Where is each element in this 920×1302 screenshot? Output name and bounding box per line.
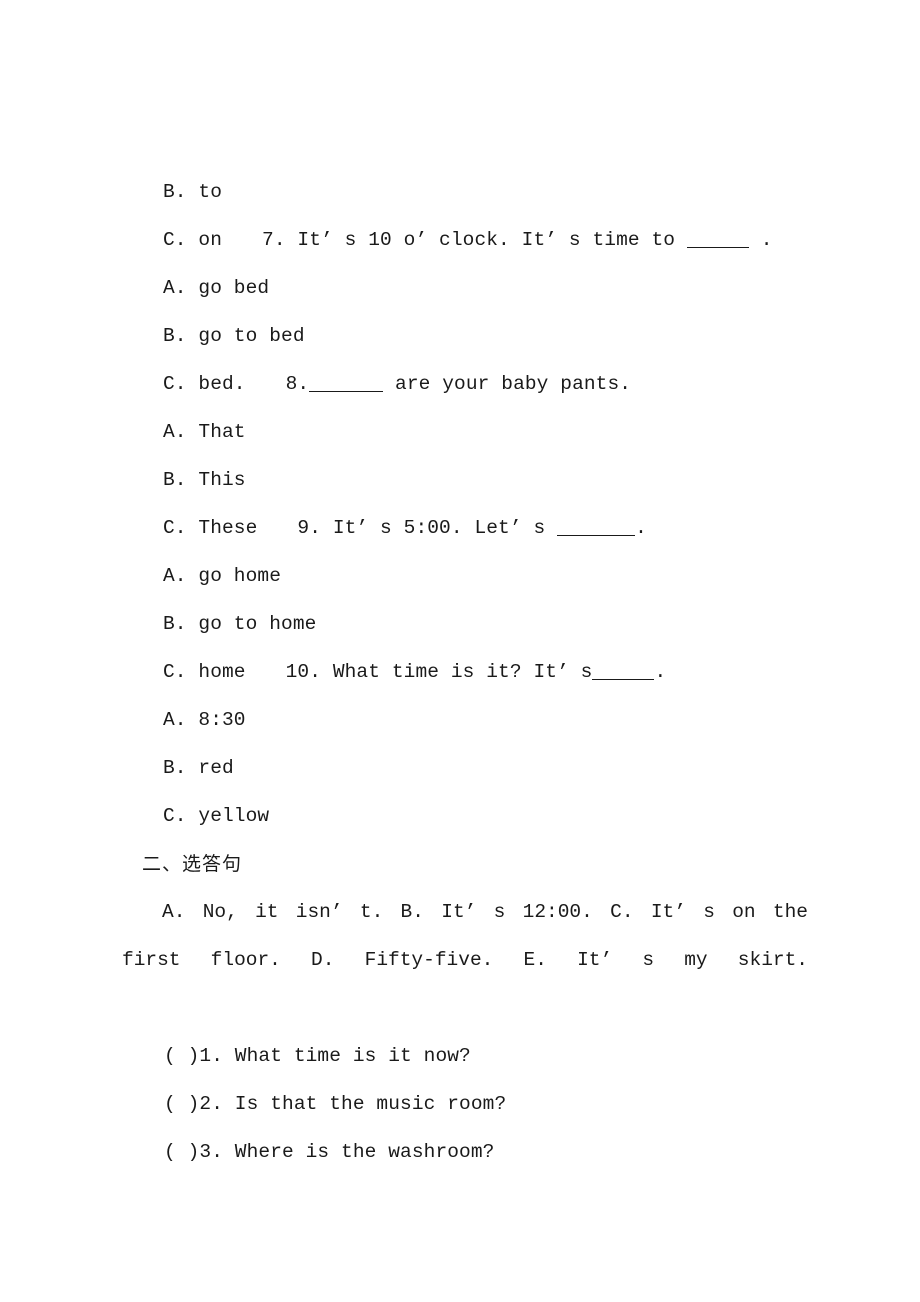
option-text: B. go to bed xyxy=(163,325,305,347)
option-text: A. go home xyxy=(163,565,282,587)
section-heading-two: 二、选答句 xyxy=(142,853,243,875)
option-line-c-on-question-7: C. on 7. It’ s 10 o’ clock. It’ s time to… xyxy=(122,216,808,264)
match-item-3[interactable]: ( )3. Where is the washroom? xyxy=(122,1128,808,1176)
match-item-2[interactable]: ( )2. Is that the music room? xyxy=(122,1080,808,1128)
option-text: C. bed. xyxy=(163,373,246,395)
option-text: B. red xyxy=(163,757,234,779)
answer-blank-question-9[interactable] xyxy=(557,535,636,536)
match-item-1[interactable]: ( )1. What time is it now? xyxy=(122,1032,808,1080)
option-line-b-to: B. to xyxy=(122,168,808,216)
option-line-c-bed-question-8: C. bed. 8. are your baby pants. xyxy=(122,360,808,408)
option-line-a-830: A. 8:30 xyxy=(122,696,808,744)
question-10-text: 10. What time is it? It’ s xyxy=(285,661,593,683)
option-text: B. to xyxy=(163,181,223,203)
answer-blank-question-7[interactable] xyxy=(686,247,749,248)
question-8-text: are your baby pants. xyxy=(395,373,632,395)
answer-blank-question-8[interactable] xyxy=(309,391,384,392)
question-7-tail: . xyxy=(760,229,773,251)
option-line-a-that: A. That xyxy=(122,408,808,456)
option-line-c-home-question-10: C. home 10. What time is it? It’ s. xyxy=(122,648,808,696)
option-text: C. These xyxy=(163,517,258,539)
answer-blank-question-10[interactable] xyxy=(592,679,655,680)
worksheet-page: B. to C. on 7. It’ s 10 o’ clock. It’ s t… xyxy=(0,0,920,1302)
option-text: A. That xyxy=(163,421,246,443)
option-text: C. on xyxy=(163,229,223,251)
option-text: C. yellow xyxy=(163,805,270,827)
answer-bank-paragraph: A. No, it isn’ t. B. It’ s 12:00. C. It’… xyxy=(122,901,808,971)
option-text: B. This xyxy=(163,469,246,491)
option-line-c-yellow: C. yellow xyxy=(122,792,808,840)
option-line-a-go-bed: A. go bed xyxy=(122,264,808,312)
option-text: B. go to home xyxy=(163,613,317,635)
question-7-text: 7. It’ s 10 o’ clock. It’ s time to xyxy=(262,229,676,251)
option-text: A. go bed xyxy=(163,277,270,299)
question-9-text: 9. It’ s 5:00. Let’ s xyxy=(297,517,546,539)
option-text: C. home xyxy=(163,661,246,683)
option-line-b-red: B. red xyxy=(122,744,808,792)
worksheet-content: B. to C. on 7. It’ s 10 o’ clock. It’ s t… xyxy=(122,168,808,1176)
option-text: A. 8:30 xyxy=(163,709,246,731)
question-9-tail: . xyxy=(635,517,647,539)
option-line-b-go-to-bed: B. go to bed xyxy=(122,312,808,360)
option-line-b-this: B. This xyxy=(122,456,808,504)
question-10-tail: . xyxy=(654,661,667,683)
option-line-a-go-home: A. go home xyxy=(122,552,808,600)
question-8-number: 8. xyxy=(285,373,310,395)
option-line-b-go-to-home: B. go to home xyxy=(122,600,808,648)
option-line-c-these-question-9: C. These 9. It’ s 5:00. Let’ s . xyxy=(122,504,808,552)
